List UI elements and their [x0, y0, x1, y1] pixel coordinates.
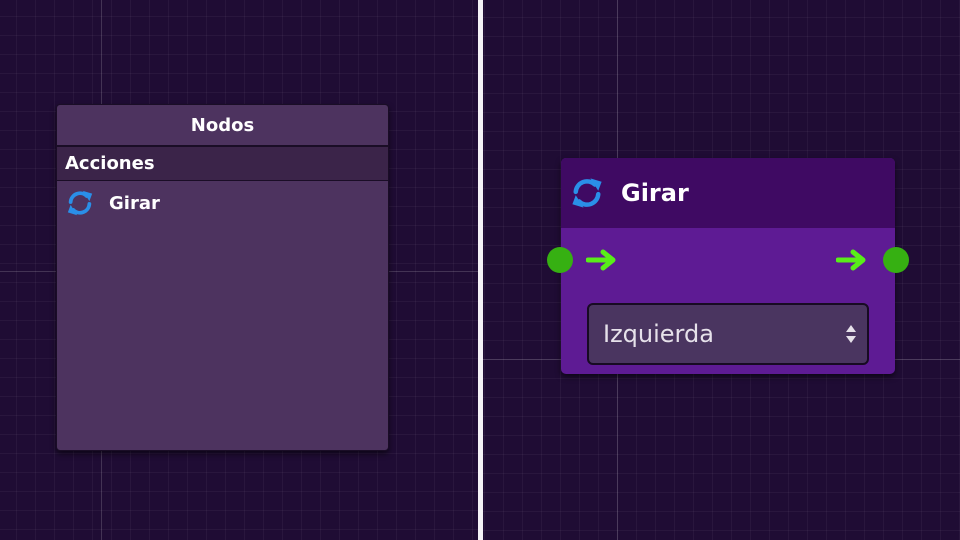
flow-out-arrow-icon	[836, 249, 866, 271]
palette-title: Nodos	[57, 105, 388, 147]
palette-canvas[interactable]: Nodos Acciones Girar	[0, 0, 478, 540]
palette-category-actions[interactable]: Acciones	[57, 147, 388, 181]
direction-select-value: Izquierda	[603, 320, 714, 348]
rotate-icon	[572, 178, 602, 208]
node-title: Girar	[621, 179, 689, 207]
rotate-icon	[67, 190, 93, 216]
flow-in-arrow-icon	[586, 249, 616, 271]
node-girar[interactable]: Girar Izquierda	[547, 158, 909, 374]
output-port[interactable]	[883, 247, 909, 273]
select-updown-icon	[846, 325, 856, 343]
direction-select[interactable]: Izquierda	[587, 303, 869, 365]
palette-item-girar[interactable]: Girar	[57, 181, 388, 225]
node-palette-panel: Nodos Acciones Girar	[56, 104, 389, 451]
palette-item-label: Girar	[109, 192, 160, 214]
node-header[interactable]: Girar	[561, 158, 895, 228]
input-port[interactable]	[547, 247, 573, 273]
